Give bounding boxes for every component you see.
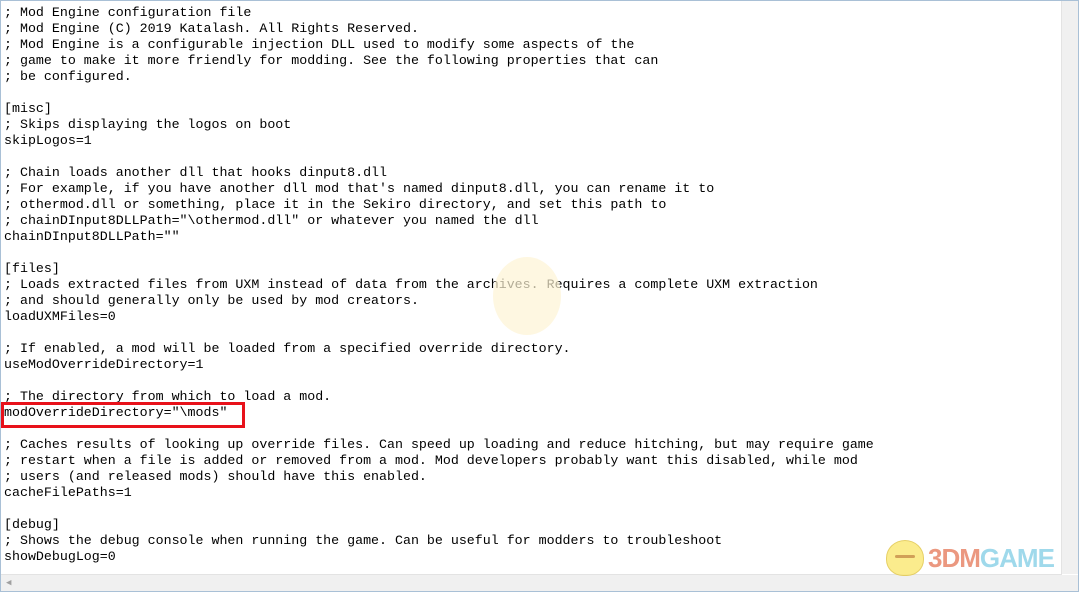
text-line: ; users (and released mods) should have … (4, 469, 427, 484)
text-line: useModOverrideDirectory=1 (4, 357, 204, 372)
text-line: ; Caches results of looking up override … (4, 437, 874, 452)
text-line: ; chainDInput8DLLPath="\othermod.dll" or… (4, 213, 539, 228)
watermark-3dm: 3DM (928, 542, 981, 573)
3dmgame-watermark: 3DMGAME (886, 540, 1055, 576)
text-line (4, 373, 1062, 389)
text-line: ; Chain loads another dll that hooks din… (4, 165, 388, 180)
text-line: ; othermod.dll or something, place it in… (4, 197, 667, 212)
text-line: ; For example, if you have another dll m… (4, 181, 715, 196)
text-line: ; restart when a file is added or remove… (4, 453, 858, 468)
text-line (4, 501, 1062, 517)
watermark-game: GAME (979, 542, 1055, 573)
text-line: ; Mod Engine is a configurable injection… (4, 37, 635, 52)
text-line: cacheFilePaths=1 (4, 485, 132, 500)
arrow-left-icon[interactable]: ◀ (6, 578, 11, 588)
text-line: [debug] (4, 517, 60, 532)
scrollbar-corner (1062, 575, 1078, 591)
horizontal-scrollbar[interactable]: ◀ (1, 574, 1062, 591)
text-editor-window: ; Mod Engine configuration file; Mod Eng… (0, 0, 1079, 592)
text-line: ; game to make it more friendly for modd… (4, 53, 659, 68)
text-line: chainDInput8DLLPath="" (4, 229, 180, 244)
highlight-box (1, 402, 245, 428)
mascot-watermark (493, 257, 561, 335)
text-line (4, 149, 1062, 165)
text-line: ; If enabled, a mod will be loaded from … (4, 341, 571, 356)
text-line: skipLogos=1 (4, 133, 92, 148)
text-line: ; Skips displaying the logos on boot (4, 117, 292, 132)
text-line: [misc] (4, 101, 52, 116)
vertical-scrollbar[interactable] (1061, 1, 1078, 574)
chick-logo-icon (886, 540, 924, 576)
text-line (4, 85, 1062, 101)
text-line: ; Mod Engine configuration file (4, 5, 252, 20)
text-line: ; Mod Engine (C) 2019 Katalash. All Righ… (4, 21, 419, 36)
text-line: ; be configured. (4, 69, 132, 84)
